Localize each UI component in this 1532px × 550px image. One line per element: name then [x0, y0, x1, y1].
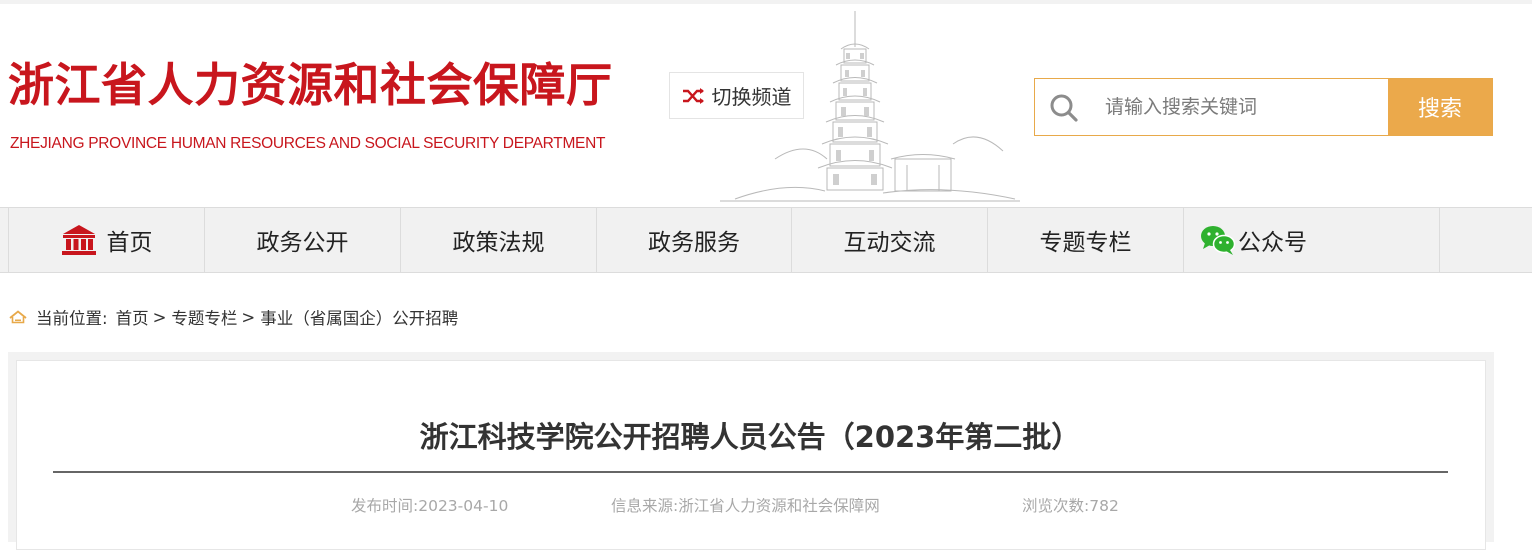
nav-item-home-label: 首页 [106, 230, 153, 256]
breadcrumb-separator: > [241, 307, 256, 327]
nav-item-services-label: 政务服务 [648, 230, 740, 256]
breadcrumb-separator: > [152, 307, 167, 327]
nav-item-policies[interactable]: 政策法规 [401, 208, 597, 272]
nav-item-services[interactable]: 政务服务 [597, 208, 792, 272]
shuffle-icon [682, 87, 704, 104]
breadcrumb: 当前位置: 首页 > 专题专栏 > 事业（省属国企）公开招聘 [9, 305, 458, 329]
search-icon [1050, 94, 1078, 122]
article-title: 浙江科技学院公开招聘人员公告（2023年第二批） [419, 420, 1081, 454]
article-card [16, 360, 1486, 550]
search-button[interactable]: 搜索 [1388, 79, 1492, 135]
site-title: 浙江省人力资源和社会保障厅 [8, 58, 613, 112]
nav-item-interaction-label: 互动交流 [843, 230, 936, 256]
search-input[interactable] [1103, 89, 1383, 125]
breadcrumb-item-special-topics[interactable]: 专题专栏 [171, 305, 237, 329]
nav-item-special-topics-label: 专题专栏 [1039, 230, 1132, 256]
home-icon [9, 310, 27, 324]
government-building-icon [61, 225, 96, 255]
nav-item-government-affairs-label: 政务公开 [256, 230, 349, 256]
info-source: 信息来源:浙江省人力资源和社会保障网 [611, 497, 880, 515]
nav-item-special-topics[interactable]: 专题专栏 [988, 208, 1184, 272]
search-box: 搜索 [1034, 78, 1493, 136]
site-header: 浙江省人力资源和社会保障厅 ZHEJIANG PROVINCE HUMAN RE… [0, 4, 1532, 207]
breadcrumb-prefix: 当前位置: [36, 309, 108, 328]
main-nav: 首页 政务公开 政策法规 政务服务 互动交流 专题专栏 公众号 [0, 207, 1532, 273]
nav-item-government-affairs[interactable]: 政务公开 [205, 208, 401, 272]
breadcrumb-item-recruitment[interactable]: 事业（省属国企）公开招聘 [260, 305, 458, 329]
publish-time: 发布时间:2023-04-10 [351, 497, 509, 515]
view-count: 浏览次数:782 [1022, 497, 1119, 515]
nav-item-official-account-label: 公众号 [1238, 230, 1307, 256]
pagoda-illustration [720, 11, 1020, 202]
breadcrumb-item-home[interactable]: 首页 [116, 305, 149, 329]
nav-item-home[interactable]: 首页 [8, 208, 205, 272]
wechat-icon [1201, 226, 1236, 255]
nav-item-policies-label: 政策法规 [452, 230, 545, 256]
site-subtitle: ZHEJIANG PROVINCE HUMAN RESOURCES AND SO… [10, 135, 606, 152]
nav-item-interaction[interactable]: 互动交流 [792, 208, 988, 272]
title-divider [53, 471, 1448, 473]
nav-item-official-account[interactable]: 公众号 [1184, 208, 1440, 272]
